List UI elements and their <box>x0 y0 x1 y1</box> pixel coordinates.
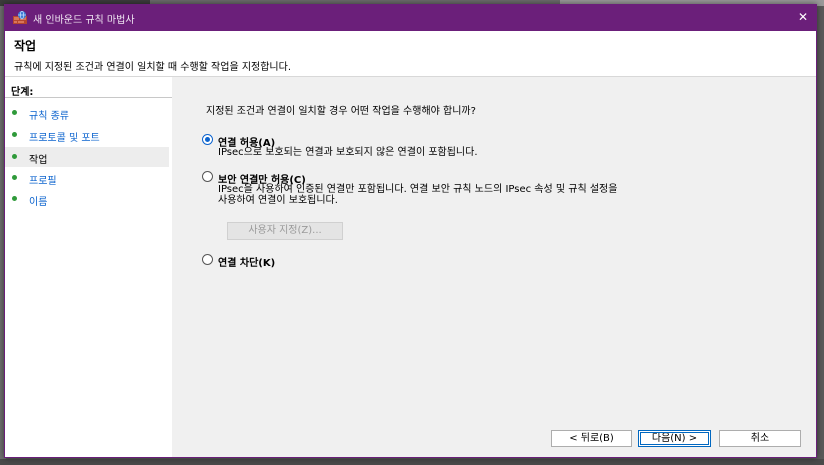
option-label[interactable]: 연결 차단(K) <box>218 254 275 269</box>
option-description: IPsec으로 보호되는 연결과 보호되지 않은 연결이 포함됩니다. <box>218 147 478 158</box>
firewall-icon <box>13 10 27 24</box>
background-bottom-edge <box>0 459 824 465</box>
action-question: 지정된 조건과 연결이 일치할 경우 어떤 작업을 수행해야 합니까? <box>206 106 476 117</box>
steps-divider <box>5 97 172 98</box>
action-content-pane: 지정된 조건과 연결이 일치할 경우 어떤 작업을 수행해야 합니까? 연결 허… <box>172 77 816 457</box>
step-label: 프로필 <box>29 176 57 187</box>
step-name[interactable]: 이름 <box>5 189 169 209</box>
steps-pane: 단계: 규칙 종류 프로토콜 및 포트 작업 프로필 이름 <box>5 77 172 457</box>
page-description: 규칙에 지정된 조건과 연결이 일치할 때 수행할 작업을 지정합니다. <box>14 62 292 73</box>
block-connection-radio[interactable] <box>202 254 213 265</box>
page-title: 작업 <box>14 39 37 53</box>
option-description-line: IPsec으로 보호되는 연결과 보호되지 않은 연결이 포함됩니다. <box>218 147 478 158</box>
next-button[interactable]: 다음(N) > <box>638 430 711 447</box>
option-description-line: 사용하여 연결이 보호됩니다. <box>218 195 338 206</box>
step-label: 프로토콜 및 포트 <box>29 133 100 144</box>
cancel-button[interactable]: 취소 <box>719 430 801 447</box>
allow-connection-radio[interactable] <box>202 134 213 145</box>
step-protocol-and-ports[interactable]: 프로토콜 및 포트 <box>5 125 169 145</box>
customize-button[interactable]: 사용자 지정(Z)... <box>227 222 343 240</box>
steps-title: 단계: <box>11 87 34 98</box>
close-button[interactable]: ✕ <box>795 9 811 25</box>
step-profile[interactable]: 프로필 <box>5 168 169 188</box>
window-title: 새 인바운드 규칙 마법사 <box>33 15 135 26</box>
option-description: IPsec을 사용하여 인증된 연결만 포함됩니다. 연결 보안 규칙 노드의 … <box>218 184 617 206</box>
step-status-icon <box>12 175 17 180</box>
option-description-line: IPsec을 사용하여 인증된 연결만 포함됩니다. 연결 보안 규칙 노드의 … <box>218 184 618 195</box>
step-status-icon <box>12 110 17 115</box>
step-status-icon <box>12 154 17 159</box>
wizard-header: 작업 규칙에 지정된 조건과 연결이 일치할 때 수행할 작업을 지정합니다. <box>5 31 816 77</box>
allow-secure-connection-radio[interactable] <box>202 171 213 182</box>
inbound-rule-wizard-dialog: 새 인바운드 규칙 마법사 ✕ 작업 규칙에 지정된 조건과 연결이 일치할 때… <box>4 4 817 458</box>
step-status-icon <box>12 132 17 137</box>
step-action[interactable]: 작업 <box>5 147 169 167</box>
step-status-icon <box>12 196 17 201</box>
back-button[interactable]: < 뒤로(B) <box>551 430 632 447</box>
title-bar[interactable]: 새 인바운드 규칙 마법사 ✕ <box>5 5 816 31</box>
step-rule-type[interactable]: 규칙 종류 <box>5 103 169 123</box>
step-label: 규칙 종류 <box>29 111 69 122</box>
step-label: 이름 <box>29 197 48 208</box>
step-label: 작업 <box>29 155 48 166</box>
